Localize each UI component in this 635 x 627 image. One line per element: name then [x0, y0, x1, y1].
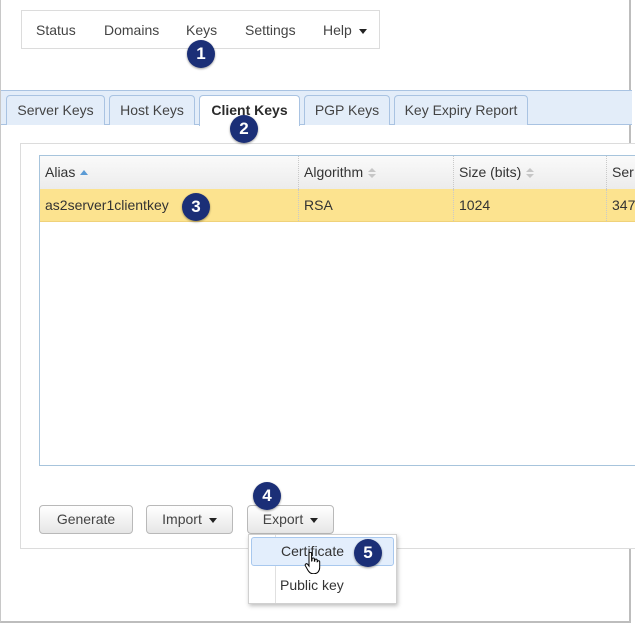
tab-host-keys[interactable]: Host Keys: [109, 95, 195, 125]
hand-pointer-icon: [304, 552, 321, 574]
keys-table: Alias Algorithm Size (bits) Ser as2serve…: [39, 155, 635, 466]
generate-button[interactable]: Generate: [39, 505, 133, 534]
caret-down-icon: [208, 517, 217, 523]
cell-serial: 347: [606, 189, 635, 221]
nav-settings[interactable]: Settings: [245, 22, 296, 38]
sort-icon: [368, 167, 377, 179]
tab-pgp-keys[interactable]: PGP Keys: [304, 95, 390, 125]
callout-badge-1: 1: [187, 40, 215, 68]
cell-alias: as2server1clientkey: [45, 197, 169, 213]
column-header-size-label: Size (bits): [459, 164, 522, 180]
export-button-label: Export: [262, 511, 304, 527]
menu-item-public-key[interactable]: Public key: [251, 571, 394, 600]
import-button[interactable]: Import: [146, 505, 233, 534]
callout-badge-4: 4: [253, 482, 281, 510]
caret-down-icon: [358, 28, 367, 34]
nav-keys[interactable]: Keys: [186, 22, 217, 38]
column-header-algorithm[interactable]: Algorithm: [298, 156, 453, 189]
nav-help[interactable]: Help: [323, 22, 367, 38]
caret-down-icon: [310, 517, 319, 523]
column-header-serial[interactable]: Ser: [606, 156, 635, 189]
table-row[interactable]: as2server1clientkey RSA 1024 347: [40, 189, 635, 222]
tab-server-keys[interactable]: Server Keys: [6, 95, 105, 125]
cell-size: 1024: [453, 189, 606, 221]
column-header-size[interactable]: Size (bits): [453, 156, 606, 189]
export-button[interactable]: Export: [247, 505, 334, 534]
nav-help-label: Help: [323, 22, 352, 38]
nav-status[interactable]: Status: [36, 22, 76, 38]
callout-badge-3: 3: [182, 193, 210, 221]
import-button-label: Import: [162, 511, 202, 527]
column-header-alias[interactable]: Alias: [40, 156, 298, 189]
nav-domains[interactable]: Domains: [104, 22, 159, 38]
column-header-serial-label: Ser: [612, 164, 634, 180]
tab-key-expiry-report[interactable]: Key Expiry Report: [394, 95, 528, 125]
cell-algorithm: RSA: [298, 189, 453, 221]
column-header-alias-label: Alias: [45, 164, 76, 180]
sort-icon: [526, 167, 535, 179]
column-header-algorithm-label: Algorithm: [304, 164, 364, 180]
table-header: Alias Algorithm Size (bits) Ser: [40, 156, 635, 190]
sort-ascending-icon: [80, 170, 89, 175]
callout-badge-5: 5: [354, 539, 382, 567]
tab-strip: Server Keys Host Keys Client Keys PGP Ke…: [1, 90, 632, 126]
callout-badge-2: 2: [230, 115, 258, 143]
